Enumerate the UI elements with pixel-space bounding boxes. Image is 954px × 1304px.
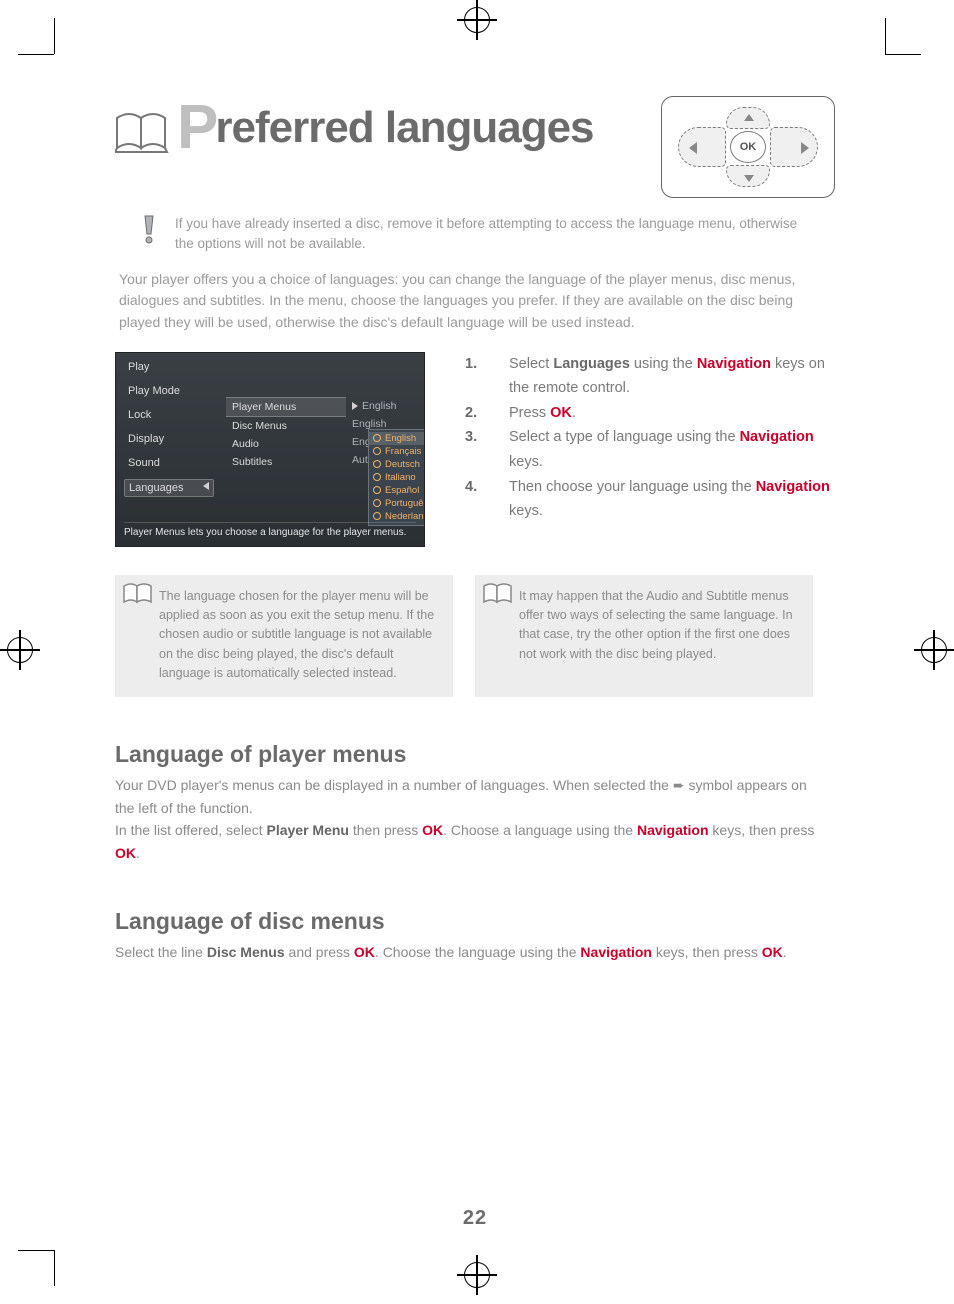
osd-mid-row: Audio bbox=[226, 435, 346, 453]
warning-note: If you have already inserted a disc, rem… bbox=[137, 214, 835, 255]
warning-text: If you have already inserted a disc, rem… bbox=[175, 214, 815, 255]
osd-left-item: Display bbox=[124, 431, 214, 447]
osd-left-item: Lock bbox=[124, 407, 214, 423]
page-header: Preferred languages OK bbox=[115, 90, 835, 198]
osd-left-item: Play bbox=[124, 359, 214, 375]
section-paragraph: Your DVD player's menus can be displayed… bbox=[115, 774, 815, 864]
osd-language-option: English bbox=[369, 432, 425, 445]
book-icon bbox=[483, 583, 513, 605]
step-number: 2. bbox=[465, 401, 489, 426]
book-icon bbox=[115, 112, 169, 154]
dpad-left bbox=[678, 127, 726, 167]
info-note-left: The language chosen for the player menu … bbox=[115, 575, 453, 698]
book-icon bbox=[123, 583, 153, 605]
remote-dpad-illustration: OK bbox=[661, 96, 835, 198]
dpad-up bbox=[726, 107, 770, 129]
registration-mark bbox=[0, 630, 40, 670]
crop-mark bbox=[885, 54, 921, 55]
step-number: 1. bbox=[465, 352, 489, 401]
dpad-down bbox=[726, 165, 770, 187]
osd-language-option: Português bbox=[369, 497, 425, 510]
osd-left-item: Play Mode bbox=[124, 383, 214, 399]
dpad-ok-button: OK bbox=[730, 131, 766, 163]
dpad-right bbox=[770, 127, 818, 167]
section-paragraph: Select the line Disc Menus and press OK.… bbox=[115, 941, 815, 963]
osd-language-option: Français bbox=[369, 445, 425, 458]
osd-mid-row: Disc Menus bbox=[226, 417, 346, 435]
step-number: 4. bbox=[465, 475, 489, 524]
page-content: Preferred languages OK bbox=[115, 90, 835, 1230]
crop-mark bbox=[54, 1250, 55, 1286]
osd-mid-row: Subtitles bbox=[226, 453, 346, 471]
section-heading: Language of disc menus bbox=[115, 908, 835, 935]
info-note-right: It may happen that the Audio and Subtitl… bbox=[475, 575, 813, 698]
page-number: 22 bbox=[115, 1207, 835, 1230]
info-note-text: It may happen that the Audio and Subtitl… bbox=[519, 589, 793, 661]
osd-screenshot: Play Play Mode Lock Display Sound Languages P… bbox=[115, 352, 425, 547]
osd-left-item: Languages bbox=[124, 479, 214, 497]
osd-hint: Player Menus lets you choose a language … bbox=[124, 522, 416, 538]
registration-mark bbox=[914, 630, 954, 670]
osd-language-option: Italiano bbox=[369, 471, 425, 484]
crop-mark bbox=[18, 1250, 54, 1251]
step-number: 3. bbox=[465, 425, 489, 474]
osd-left-item: Sound bbox=[124, 455, 214, 471]
osd-language-option: Español bbox=[369, 484, 425, 497]
registration-mark bbox=[457, 1255, 497, 1295]
section-heading: Language of player menus bbox=[115, 741, 835, 768]
crop-mark bbox=[54, 18, 55, 54]
page-title-text: Preferred languages bbox=[177, 94, 594, 150]
page-title: Preferred languages bbox=[115, 90, 594, 154]
exclamation-icon bbox=[137, 214, 163, 244]
registration-mark bbox=[457, 0, 497, 40]
intro-paragraph: Your player offers you a choice of langu… bbox=[119, 269, 835, 334]
crop-mark bbox=[18, 54, 54, 55]
osd-language-option: Deutsch bbox=[369, 458, 425, 471]
instruction-steps: 1. Select Languages using the Navigation… bbox=[465, 352, 835, 524]
info-note-text: The language chosen for the player menu … bbox=[159, 589, 434, 681]
osd-mid-row: Player Menus bbox=[226, 397, 346, 417]
crop-mark bbox=[885, 18, 886, 54]
